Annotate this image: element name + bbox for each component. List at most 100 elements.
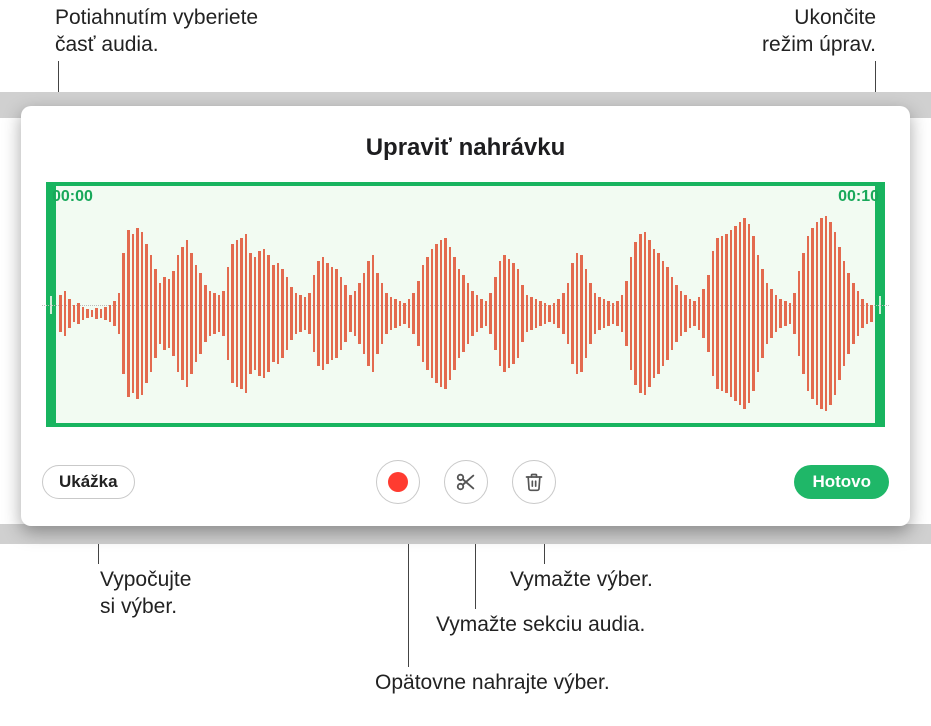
waveform-bar [195,265,198,362]
waveform-bar [557,299,560,327]
waveform-bar [412,293,415,334]
waveform-bar [702,289,705,338]
waveform-bar [354,291,357,336]
waveform-bar [775,295,778,332]
waveform-bar [693,301,696,325]
waveform-bar [113,301,116,325]
waveform-bar [372,255,375,373]
cut-button[interactable] [444,460,488,504]
preview-button[interactable]: Ukážka [42,465,135,499]
waveform-bar [743,218,746,409]
timecode-end: 00:10 [838,188,879,206]
waveform-bar [471,291,474,336]
waveform-bar [254,257,257,371]
waveform-bar [594,293,597,334]
waveform-bar [326,263,329,365]
waveform-bar [861,299,864,327]
done-button[interactable]: Hotovo [794,465,889,499]
waveform-bar [295,293,298,334]
waveform-bar [730,230,733,396]
waveform-bar [68,299,71,327]
waveform-bar [64,291,67,336]
waveform-bar [363,273,366,354]
waveform-bar [739,222,742,405]
waveform-bar [675,285,678,342]
waveform-bar [825,216,828,411]
waveform-bar [95,308,98,318]
waveform-bar [517,269,520,358]
waveform-bar [480,299,483,327]
waveform-bar [870,305,873,321]
waveform-bar [263,249,266,379]
waveform-bar [698,297,701,329]
delete-button[interactable] [512,460,556,504]
waveform-bar [141,232,144,394]
waveform-bar [258,251,261,377]
timecode-start: 00:00 [52,188,93,206]
waveform-bar [793,293,796,334]
waveform-bar [444,238,447,388]
waveform-bar [122,253,125,375]
record-icon [388,472,408,492]
edit-recording-panel: Upraviť nahrávku 00:00 00:10 Ukážka [21,106,910,526]
waveform-bar [308,293,311,334]
waveform-bar [344,285,347,342]
waveform-bar [834,232,837,394]
waveform-bar [100,309,103,317]
waveform-bar [499,261,502,367]
waveform-bar [798,271,801,356]
waveform-bar [820,218,823,409]
waveform-bar [399,301,402,325]
waveform-bar [132,234,135,392]
waveform-bar [376,273,379,354]
waveform-bar [648,240,651,386]
waveform-bar [512,263,515,365]
waveform-bar [838,247,841,381]
waveform-bar [766,283,769,344]
waveform-bar [494,277,497,350]
waveform-bar [526,295,529,332]
waveform-bar [417,281,420,346]
waveform-bar [304,297,307,329]
waveform-bar [86,309,89,317]
waveform-area[interactable]: 00:00 00:10 [42,182,889,427]
waveform-bar [639,234,642,392]
panel-title: Upraviť nahrávku [21,106,910,162]
waveform-bar [816,222,819,405]
waveform-bar [807,236,810,390]
waveform-bar [236,240,239,386]
waveform-bar [553,303,556,323]
waveform-bar [209,291,212,336]
waveform-bar [666,267,669,360]
waveform-bar [218,295,221,332]
waveform-bar [240,238,243,388]
record-button[interactable] [376,460,420,504]
waveform-bar [403,303,406,323]
waveform-bar [598,297,601,329]
waveform-bar [213,293,216,334]
waveform-bar [752,236,755,390]
waveform[interactable] [58,212,873,415]
waveform-bar [748,224,751,403]
waveform-bar [562,293,565,334]
waveform-bar [59,295,62,332]
waveform-bar [249,253,252,375]
waveform-bar [281,269,284,358]
waveform-bar [204,285,207,342]
waveform-bar [539,301,542,325]
waveform-bar [621,295,624,332]
waveform-bar [712,251,715,377]
waveform-bar [299,295,302,332]
waveform-bar [422,265,425,362]
waveform-bar [535,299,538,327]
waveform-bar [104,307,107,319]
waveform-bar [82,307,85,319]
waveform-bar [521,285,524,342]
waveform-bar [829,222,832,405]
waveform-bar [725,234,728,392]
waveform-bar [313,275,316,352]
waveform-bar [467,283,470,344]
waveform-bar [757,255,760,373]
waveform-bar [286,277,289,350]
waveform-bar [662,261,665,367]
